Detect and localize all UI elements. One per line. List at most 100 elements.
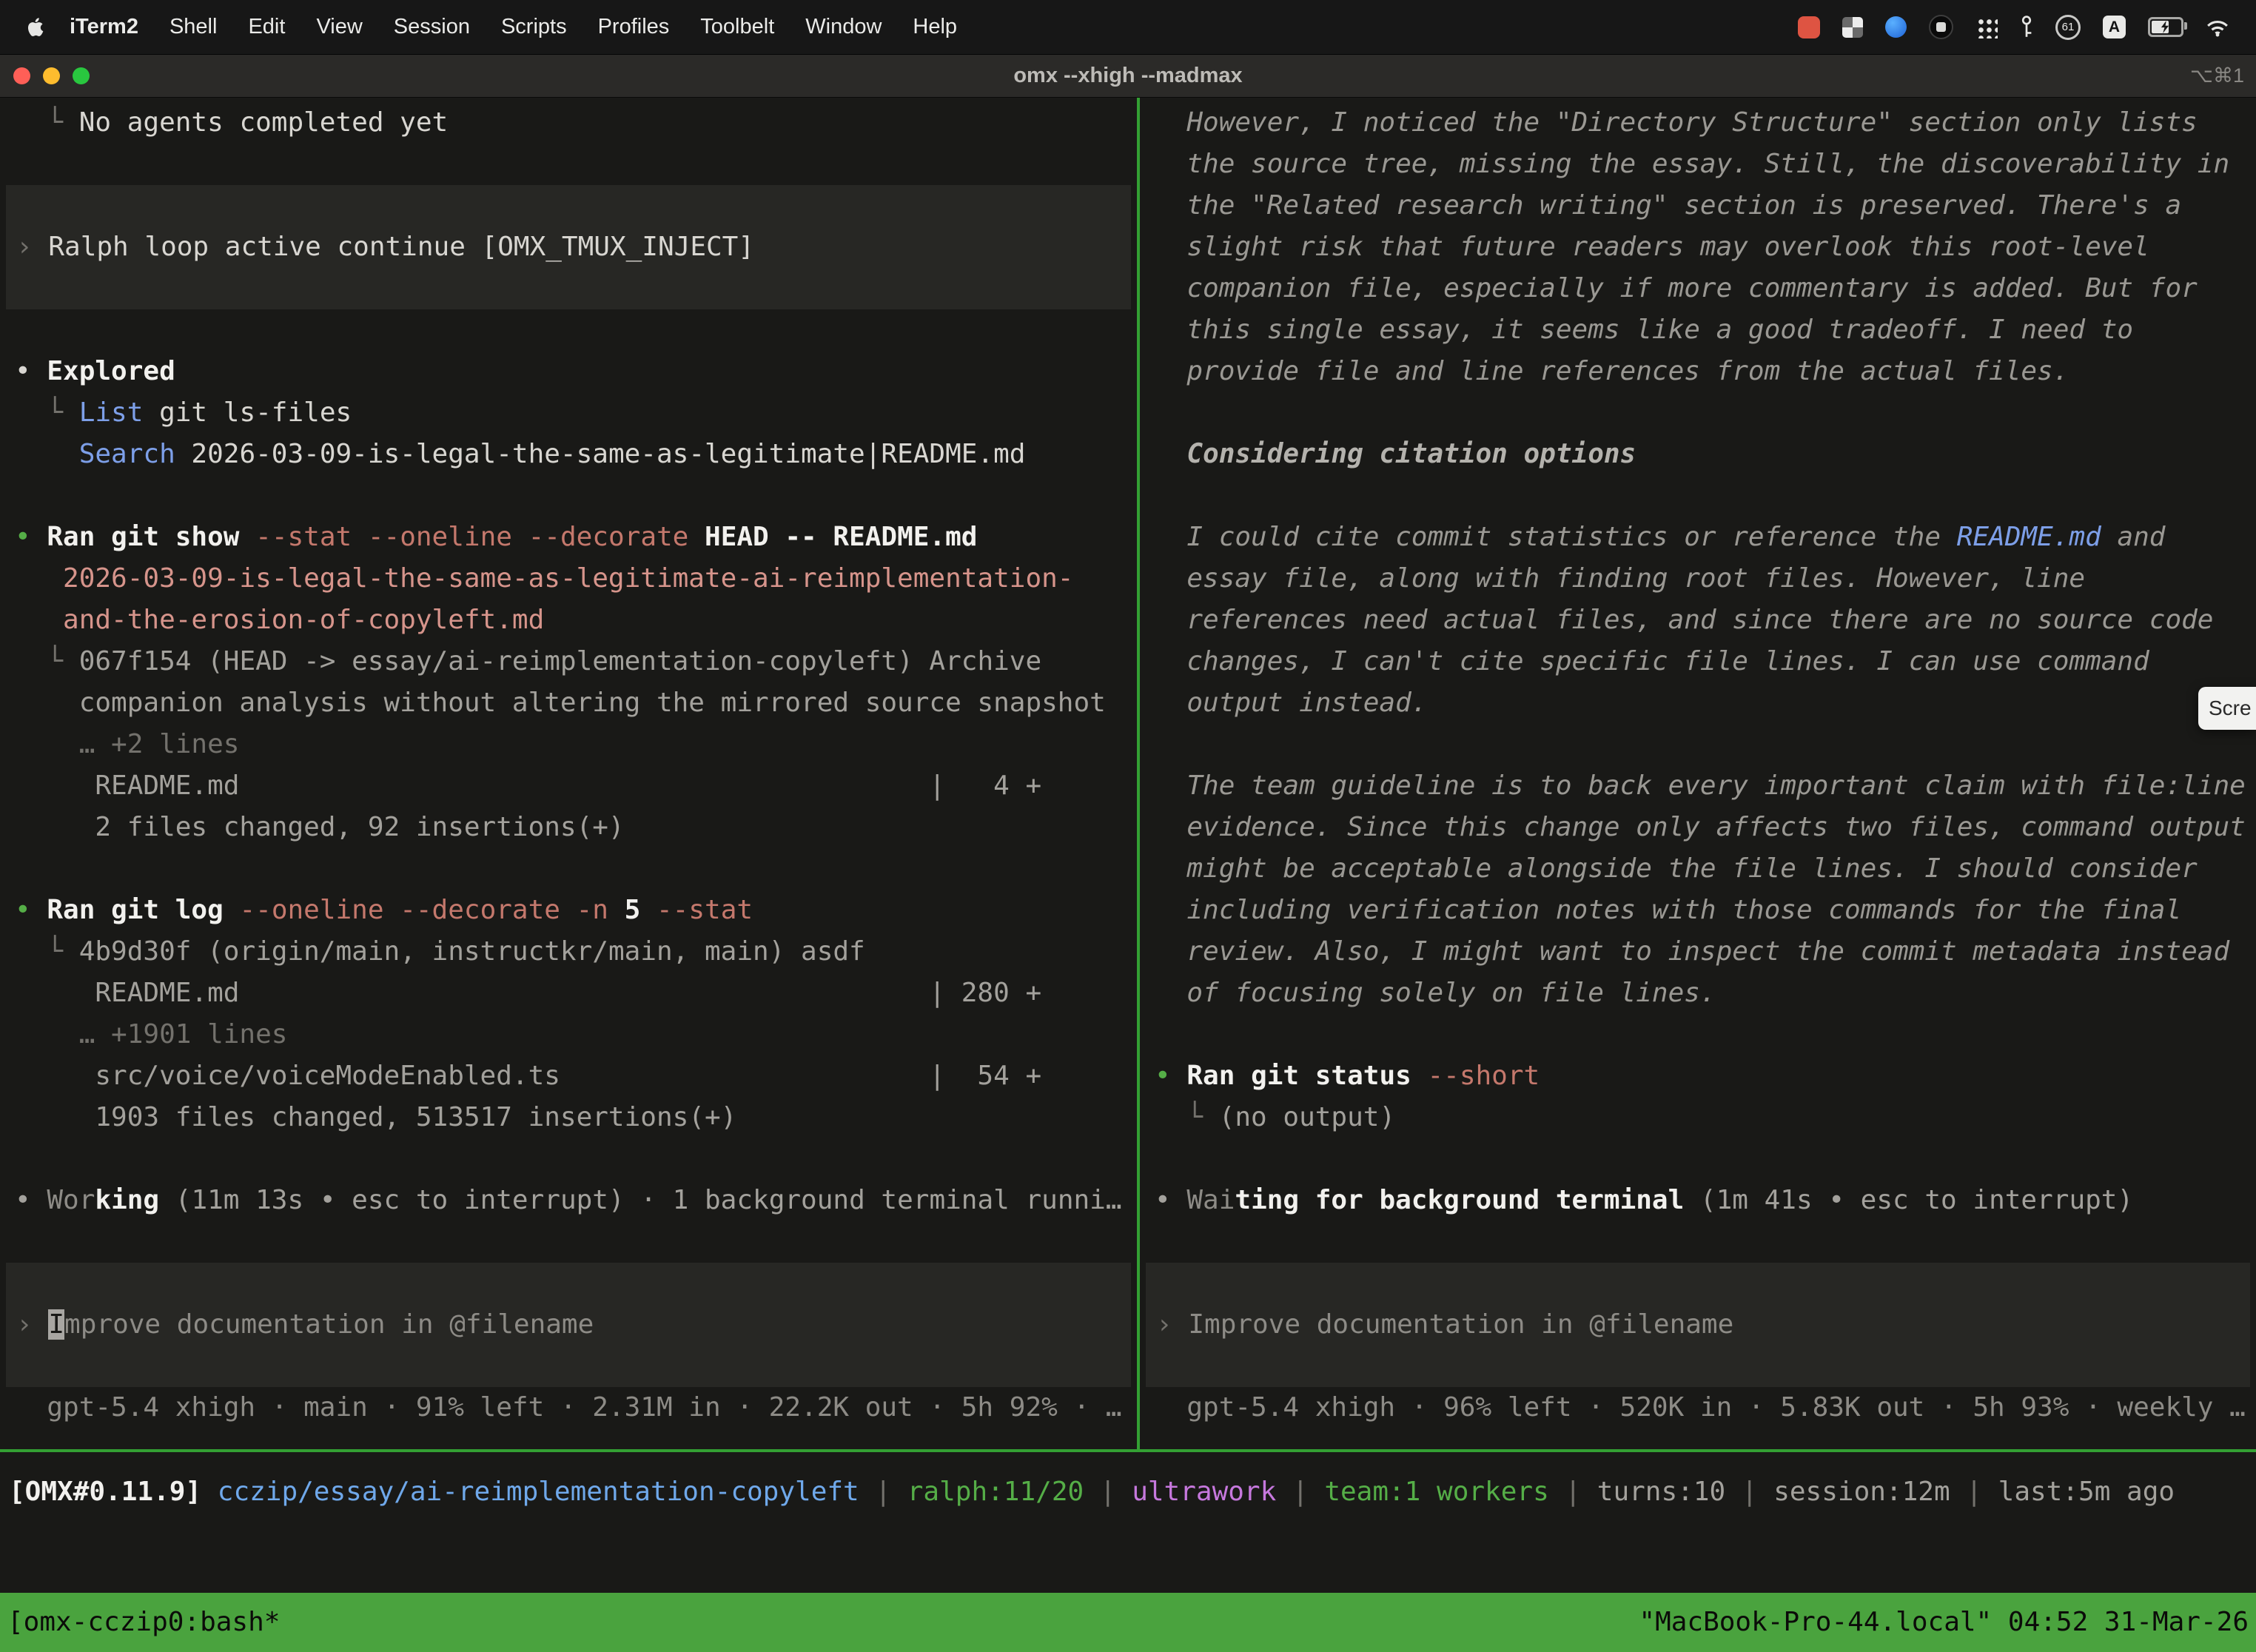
- terminal-line: I could cite commit statistics or refere…: [1140, 517, 2256, 558]
- blank-line: [1140, 475, 2256, 517]
- apple-menu-icon[interactable]: [27, 17, 44, 37]
- blank-line: [1140, 1014, 2256, 1055]
- ralph-loop-banner[interactable]: › Ralph loop active continue [OMX_TMUX_I…: [6, 185, 1131, 309]
- dots-grid-icon[interactable]: [1975, 16, 1998, 38]
- blank-line: [0, 144, 1137, 185]
- terminal-line: essay file, along with finding root file…: [1140, 558, 2256, 600]
- blank-line: [1140, 1138, 2256, 1180]
- terminal-line: slight risk that future readers may over…: [1140, 226, 2256, 268]
- wifi-icon[interactable]: [2206, 18, 2229, 37]
- terminal-line: … +2 lines: [0, 724, 1137, 765]
- thinking-heading: Considering citation options: [1140, 434, 2256, 475]
- terminal-line: this single essay, it seems like a good …: [1140, 309, 2256, 351]
- key-icon[interactable]: [2020, 16, 2033, 39]
- terminal-line: └ 4b9d30f (origin/main, instructkr/main,…: [0, 931, 1137, 973]
- terminal-content[interactable]: └ No agents completed yet › Ralph loop ac…: [0, 98, 2256, 1652]
- menu-shell[interactable]: Shell: [154, 15, 233, 39]
- terminal-line: and-the-erosion-of-copyleft.md: [0, 600, 1137, 641]
- window-title: omx --xhigh --madmax: [1013, 64, 1242, 88]
- terminal-line: README.md | 4 +: [0, 765, 1137, 807]
- fullscreen-button[interactable]: [73, 67, 90, 84]
- menu-toolbelt[interactable]: Toolbelt: [685, 15, 790, 39]
- menu-iterm2[interactable]: iTerm2: [54, 15, 154, 39]
- menu-session[interactable]: Session: [378, 15, 486, 39]
- window-shortcut-badge: ⌥⌘1: [2190, 64, 2244, 87]
- terminal-line: review. Also, I might want to inspect th…: [1140, 931, 2256, 973]
- terminal-line: companion file, especially if more comme…: [1140, 268, 2256, 309]
- blank-line: [0, 1221, 1137, 1263]
- blank-line: [0, 309, 1137, 351]
- blank-line: [0, 475, 1137, 517]
- tmux-host-clock: "MacBook-Pro-44.local" 04:52 31-Mar-26: [1639, 1602, 2249, 1643]
- tmux-pane-bottom: [OMX#0.11.9] cczip/essay/ai-reimplementa…: [0, 1452, 2256, 1593]
- terminal-line: the source tree, missing the essay. Stil…: [1140, 144, 2256, 185]
- terminal-line: output instead.: [1140, 682, 2256, 724]
- terminal-line: including verification notes with those …: [1140, 890, 2256, 931]
- terminal-line: references need actual files, and since …: [1140, 600, 2256, 641]
- waiting-status: • Waiting for background terminal (1m 41…: [1140, 1180, 2256, 1221]
- menu-scripts[interactable]: Scripts: [486, 15, 583, 39]
- terminal-line: However, I noticed the "Directory Struct…: [1140, 102, 2256, 144]
- tmux-pane-left[interactable]: └ No agents completed yet › Ralph loop ac…: [0, 98, 1137, 1449]
- terminal-line: 1903 files changed, 513517 insertions(+): [0, 1097, 1137, 1138]
- ran-git-status: • Ran git status --short: [1140, 1055, 2256, 1097]
- terminal-line: Search 2026-03-09-is-legal-the-same-as-l…: [0, 434, 1137, 475]
- checker-grid-icon[interactable]: [1842, 17, 1863, 38]
- terminal-line: README.md | 280 +: [0, 973, 1137, 1014]
- window-title-bar[interactable]: omx --xhigh --madmax ⌥⌘1: [0, 55, 2256, 98]
- blank-line: [1140, 1221, 2256, 1263]
- ran-git-log: • Ran git log --oneline --decorate -n 5 …: [0, 890, 1137, 931]
- menu-items: iTerm2 Shell Edit View Session Scripts P…: [22, 15, 973, 39]
- dark-circle-app-icon[interactable]: [1929, 15, 1953, 39]
- terminal-line: └ 067f154 (HEAD -> essay/ai-reimplementa…: [0, 641, 1137, 682]
- close-button[interactable]: [13, 67, 30, 84]
- minimize-button[interactable]: [43, 67, 60, 84]
- terminal-line: 2026-03-09-is-legal-the-same-as-legitima…: [0, 558, 1137, 600]
- blank-line: [1140, 392, 2256, 434]
- terminal-line: … +1901 lines: [0, 1014, 1137, 1055]
- blank-line: [1140, 724, 2256, 765]
- terminal-line: of focusing solely on file lines.: [1140, 973, 2256, 1014]
- omx-status-line: [OMX#0.11.9] cczip/essay/ai-reimplementa…: [0, 1471, 2256, 1513]
- prompt-text: › Improve documentation in @filename: [6, 1304, 1131, 1346]
- terminal-line: The team guideline is to back every impo…: [1140, 765, 2256, 807]
- terminal-line: src/voice/voiceModeEnabled.ts | 54 +: [0, 1055, 1137, 1097]
- battery-percent-gauge-icon[interactable]: 61: [2055, 15, 2081, 40]
- menu-help[interactable]: Help: [897, 15, 973, 39]
- input-source-icon[interactable]: A: [2103, 16, 2126, 38]
- menu-status-icons: 61 A: [1798, 15, 2234, 40]
- prompt-text: › Ralph loop active continue [OMX_TMUX_I…: [6, 226, 1131, 268]
- terminal-line: might be acceptable alongside the file l…: [1140, 848, 2256, 890]
- explored-header: • Explored: [0, 351, 1137, 392]
- blank-line: [0, 848, 1137, 890]
- tmux-session-window-label: [omx-cczip0:bash*: [7, 1602, 280, 1643]
- menu-window[interactable]: Window: [790, 15, 897, 39]
- prompt-text: › Improve documentation in @filename: [1146, 1304, 2250, 1346]
- menu-view[interactable]: View: [301, 15, 377, 39]
- terminal-line: evidence. Since this change only affects…: [1140, 807, 2256, 848]
- tmux-pane-right[interactable]: However, I noticed the "Directory Struct…: [1140, 98, 2256, 1449]
- agents-status-line: └ No agents completed yet: [0, 102, 1137, 144]
- screen-overlay-chip[interactable]: Scre: [2198, 687, 2256, 730]
- blank-line: [0, 1138, 1137, 1180]
- prompt-input-left[interactable]: › Improve documentation in @filename: [6, 1263, 1131, 1387]
- traffic-lights: [0, 67, 90, 84]
- session-status-left: gpt-5.4 xhigh · main · 91% left · 2.31M …: [0, 1387, 1137, 1428]
- terminal-line: changes, I can't cite specific file line…: [1140, 641, 2256, 682]
- working-status: • Working (11m 13s • esc to interrupt) ·…: [0, 1180, 1137, 1221]
- tmux-status-bar: [omx-cczip0:bash* "MacBook-Pro-44.local"…: [0, 1593, 2256, 1652]
- battery-icon[interactable]: [2148, 17, 2183, 37]
- terminal-line: └ (no output): [1140, 1097, 2256, 1138]
- menu-profiles[interactable]: Profiles: [583, 15, 685, 39]
- ran-git-show: • Ran git show --stat --oneline --decora…: [0, 517, 1137, 558]
- session-status-right: gpt-5.4 xhigh · 96% left · 520K in · 5.8…: [1140, 1387, 2256, 1428]
- terminal-line: └ List git ls-files: [0, 392, 1137, 434]
- terminal-line: companion analysis without altering the …: [0, 682, 1137, 724]
- terminal-line: the "Related research writing" section i…: [1140, 185, 2256, 226]
- screen-recording-icon[interactable]: [1798, 16, 1820, 38]
- prompt-input-right[interactable]: › Improve documentation in @filename: [1146, 1263, 2250, 1387]
- macos-menu-bar: iTerm2 Shell Edit View Session Scripts P…: [0, 0, 2256, 55]
- menu-edit[interactable]: Edit: [232, 15, 301, 39]
- blue-app-icon[interactable]: [1885, 16, 1907, 38]
- terminal-line: 2 files changed, 92 insertions(+): [0, 807, 1137, 848]
